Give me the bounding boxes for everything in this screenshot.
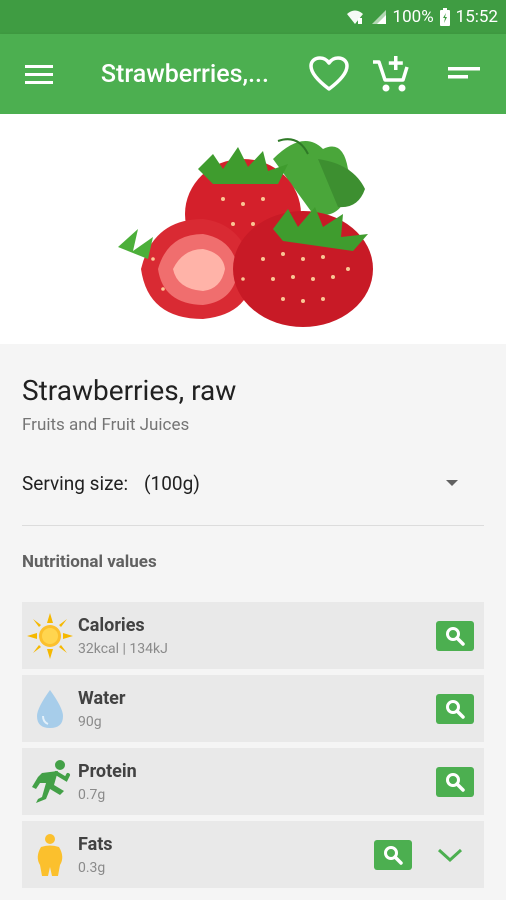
- serving-size-label: Serving size:: [22, 471, 129, 495]
- chevron-down-icon: [437, 848, 463, 863]
- nutrient-value: 0.7g: [78, 786, 106, 803]
- details-button[interactable]: [374, 840, 412, 870]
- app-toolbar: Strawberries,...: [0, 34, 506, 114]
- nutrient-name: Water: [78, 687, 126, 709]
- sort-icon: [448, 67, 480, 79]
- add-to-cart-button[interactable]: [360, 34, 422, 114]
- menu-button[interactable]: [0, 34, 79, 114]
- food-image: [0, 114, 506, 344]
- nutrient-value: 32kcal | 134kJ: [78, 640, 168, 657]
- status-bar: 100% 15:52: [0, 0, 506, 34]
- nutrient-row-protein[interactable]: Protein 0.7g: [22, 748, 484, 815]
- running-man-icon: [22, 748, 78, 815]
- nutrient-row-water[interactable]: Water 90g: [22, 675, 484, 742]
- search-icon: [446, 773, 465, 792]
- fat-person-icon: [22, 821, 78, 888]
- nutrient-row-fats[interactable]: Fats 0.3g: [22, 821, 484, 888]
- add-cart-icon: [373, 56, 409, 92]
- nutrient-row-calories[interactable]: Calories 32kcal | 134kJ: [22, 602, 484, 669]
- search-icon: [446, 700, 465, 719]
- favorite-button[interactable]: [298, 34, 360, 114]
- search-icon: [446, 627, 465, 646]
- nutrient-name: Protein: [78, 760, 137, 782]
- wifi-icon: [345, 8, 365, 26]
- details-button[interactable]: [436, 767, 474, 797]
- heart-outline-icon: [309, 56, 349, 91]
- food-details: Strawberries, raw Fruits and Fruit Juice…: [0, 344, 506, 900]
- nutrient-value: 0.3g: [78, 859, 106, 876]
- dropdown-arrow-icon[interactable]: [446, 480, 458, 486]
- nutrient-list: Calories 32kcal | 134kJ Water 90g Protei…: [22, 602, 484, 888]
- serving-size-selector[interactable]: Serving size: (100g): [22, 465, 484, 501]
- section-title: Nutritional values: [22, 552, 157, 572]
- hamburger-menu-icon: [25, 65, 54, 84]
- toolbar-title: Strawberries,...: [100, 59, 269, 89]
- serving-size-value: (100g): [144, 471, 200, 495]
- clock: 15:52: [455, 7, 498, 27]
- details-button[interactable]: [436, 694, 474, 724]
- nutrient-name: Fats: [78, 833, 113, 855]
- sort-button[interactable]: [422, 34, 506, 114]
- food-name: Strawberries, raw: [22, 374, 237, 407]
- battery-icon: [439, 8, 450, 26]
- expand-button[interactable]: [430, 843, 470, 867]
- water-drop-icon: [22, 675, 78, 742]
- details-button[interactable]: [436, 621, 474, 651]
- signal-icon: [371, 9, 387, 25]
- nutrient-value: 90g: [78, 713, 102, 730]
- divider: [22, 525, 484, 526]
- battery-percent: 100%: [392, 7, 434, 27]
- nutrient-name: Calories: [78, 614, 145, 636]
- sun-icon: [22, 602, 78, 669]
- food-category: Fruits and Fruit Juices: [22, 415, 190, 435]
- search-icon: [384, 846, 403, 865]
